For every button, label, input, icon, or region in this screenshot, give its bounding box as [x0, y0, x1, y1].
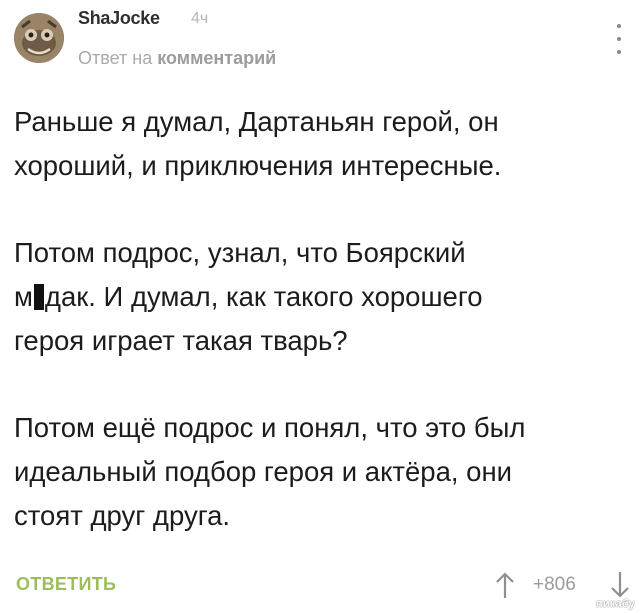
comment-line: героя играет такая тварь? — [14, 325, 348, 356]
reply-prefix: Ответ на — [78, 48, 153, 68]
reply-button[interactable]: ОТВЕТИТЬ — [16, 574, 116, 595]
reply-context: Ответ на комментарий — [78, 48, 276, 69]
comment-paragraph: Потом подрос, узнал, что Боярский м дак. … — [14, 231, 629, 363]
user-avatar[interactable] — [14, 13, 64, 63]
comment-line: м дак. И думал, как такого хорошего — [14, 275, 629, 319]
more-options-icon[interactable] — [612, 24, 626, 54]
censored-word-start: м — [14, 281, 33, 312]
comment-body: Раньше я думал, Дартаньян герой, он хоро… — [14, 100, 629, 538]
comment-line: стоят друг друга. — [14, 500, 231, 531]
comment-line: Раньше я думал, Дартаньян герой, он — [14, 106, 499, 137]
comment-line: идеальный подбор героя и актёра, они — [14, 456, 513, 487]
username-link[interactable]: ShaJocke — [78, 8, 160, 29]
arrow-down-icon[interactable] — [609, 570, 631, 600]
censor-block — [33, 284, 44, 310]
comment-header: ShaJocke 4ч Ответ на комментарий — [0, 0, 640, 80]
rating-count: +806 — [533, 574, 576, 595]
arrow-up-icon[interactable] — [494, 570, 516, 600]
avatar-image-icon — [14, 13, 64, 63]
comment-paragraph: Потом ещё подрос и понял, что это был ид… — [14, 406, 629, 538]
censored-word-end: дак. И думал, как такого хорошего — [44, 281, 483, 312]
comment-line: хороший, и приключения интересные. — [14, 150, 502, 181]
reply-target-link[interactable]: комментарий — [157, 48, 276, 68]
comment-time: 4ч — [191, 10, 209, 27]
site-watermark: пикабу — [596, 598, 635, 610]
comment-line: Потом подрос, узнал, что Боярский — [14, 237, 466, 268]
comment-line: Потом ещё подрос и понял, что это был — [14, 412, 526, 443]
comment-footer: ОТВЕТИТЬ +806 — [0, 560, 640, 613]
comment-paragraph: Раньше я думал, Дартаньян герой, он хоро… — [14, 100, 629, 188]
